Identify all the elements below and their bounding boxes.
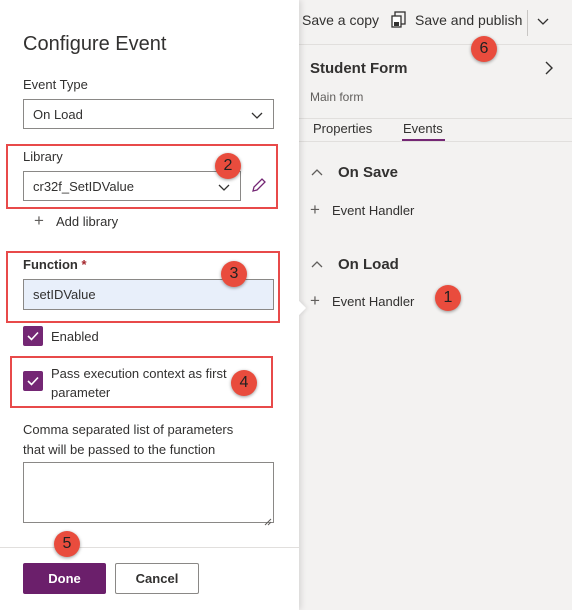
handler-label: Event Handler: [332, 203, 415, 218]
enabled-checkbox[interactable]: [23, 326, 43, 346]
plus-icon: +: [310, 291, 320, 310]
pass-context-label: Pass execution context as first paramete…: [51, 364, 227, 402]
divider: [299, 118, 572, 119]
done-button[interactable]: Done: [23, 563, 106, 594]
edit-icon[interactable]: [250, 176, 268, 194]
event-type-dropdown[interactable]: On Load: [23, 99, 274, 129]
footer-divider: [0, 547, 299, 548]
add-event-handler-on-load[interactable]: + Event Handler: [310, 291, 414, 311]
enabled-label: Enabled: [51, 329, 99, 344]
annotation-badge-1: 1: [435, 285, 461, 311]
add-library-button[interactable]: + Add library: [34, 211, 118, 231]
event-type-label: Event Type: [23, 77, 88, 92]
plus-icon: +: [34, 211, 44, 230]
annotation-badge-4: 4: [231, 370, 257, 396]
toolbar-divider: [527, 10, 528, 36]
cancel-button[interactable]: Cancel: [115, 563, 199, 594]
chevron-up-icon: [310, 164, 324, 181]
form-subtitle: Main form: [310, 90, 364, 104]
tab-properties[interactable]: Properties: [313, 121, 372, 136]
pass-context-checkbox[interactable]: [23, 371, 43, 391]
annotation-badge-5: 5: [54, 531, 80, 557]
chevron-right-icon[interactable]: [539, 58, 559, 78]
add-event-handler-on-save[interactable]: + Event Handler: [310, 200, 414, 220]
command-bar: Save a copy Save and publish: [299, 0, 572, 44]
required-asterisk: *: [81, 257, 87, 272]
handler-label: Event Handler: [332, 294, 415, 309]
divider: [299, 141, 572, 142]
resize-grip-icon[interactable]: [264, 513, 272, 526]
annotation-badge-2: 2: [215, 153, 241, 179]
parameters-textarea[interactable]: [23, 462, 274, 523]
annotation-badge-3: 3: [221, 261, 247, 287]
annotation-badge-6: 6: [471, 36, 497, 62]
parameters-label-line-1: Comma separated list of parameters: [23, 422, 234, 437]
section-label: On Load: [338, 256, 399, 273]
tab-events[interactable]: Events: [403, 121, 443, 136]
chevron-down-icon: [217, 180, 231, 194]
section-on-load[interactable]: On Load: [310, 256, 399, 273]
pass-context-line-1: Pass execution context as first: [51, 366, 227, 381]
checkmark-icon: [27, 376, 39, 386]
library-label: Library: [23, 149, 63, 164]
configure-event-panel: Configure Event Event Type On Load Libra…: [0, 0, 299, 610]
chevron-up-icon: [310, 256, 324, 273]
save-publish-button[interactable]: Save and publish: [415, 12, 522, 28]
save-copy-button[interactable]: Save a copy: [302, 12, 379, 28]
add-library-label: Add library: [56, 214, 119, 229]
checkmark-icon: [27, 331, 39, 341]
library-value: cr32f_SetIDValue: [33, 179, 134, 194]
chevron-down-icon: [250, 108, 264, 122]
chevron-down-icon[interactable]: [536, 14, 550, 31]
plus-icon: +: [310, 200, 320, 219]
function-value: setIDValue: [33, 287, 96, 302]
function-label-text: Function: [23, 257, 78, 272]
divider: [299, 44, 572, 45]
parameters-label: Comma separated list of parameters that …: [23, 420, 233, 460]
event-type-value: On Load: [33, 107, 83, 122]
save-publish-icon[interactable]: [390, 11, 408, 32]
function-label: Function *: [23, 257, 87, 272]
section-on-save[interactable]: On Save: [310, 164, 398, 181]
form-properties-pane: Save a copy Save and publish Student For…: [299, 0, 572, 610]
section-label: On Save: [338, 164, 399, 181]
panel-title: Configure Event: [23, 33, 167, 55]
library-dropdown[interactable]: cr32f_SetIDValue: [23, 171, 241, 201]
parameters-label-line-2: that will be passed to the function: [23, 442, 216, 457]
form-title: Student Form: [310, 60, 408, 77]
pass-context-line-2: parameter: [51, 385, 111, 400]
